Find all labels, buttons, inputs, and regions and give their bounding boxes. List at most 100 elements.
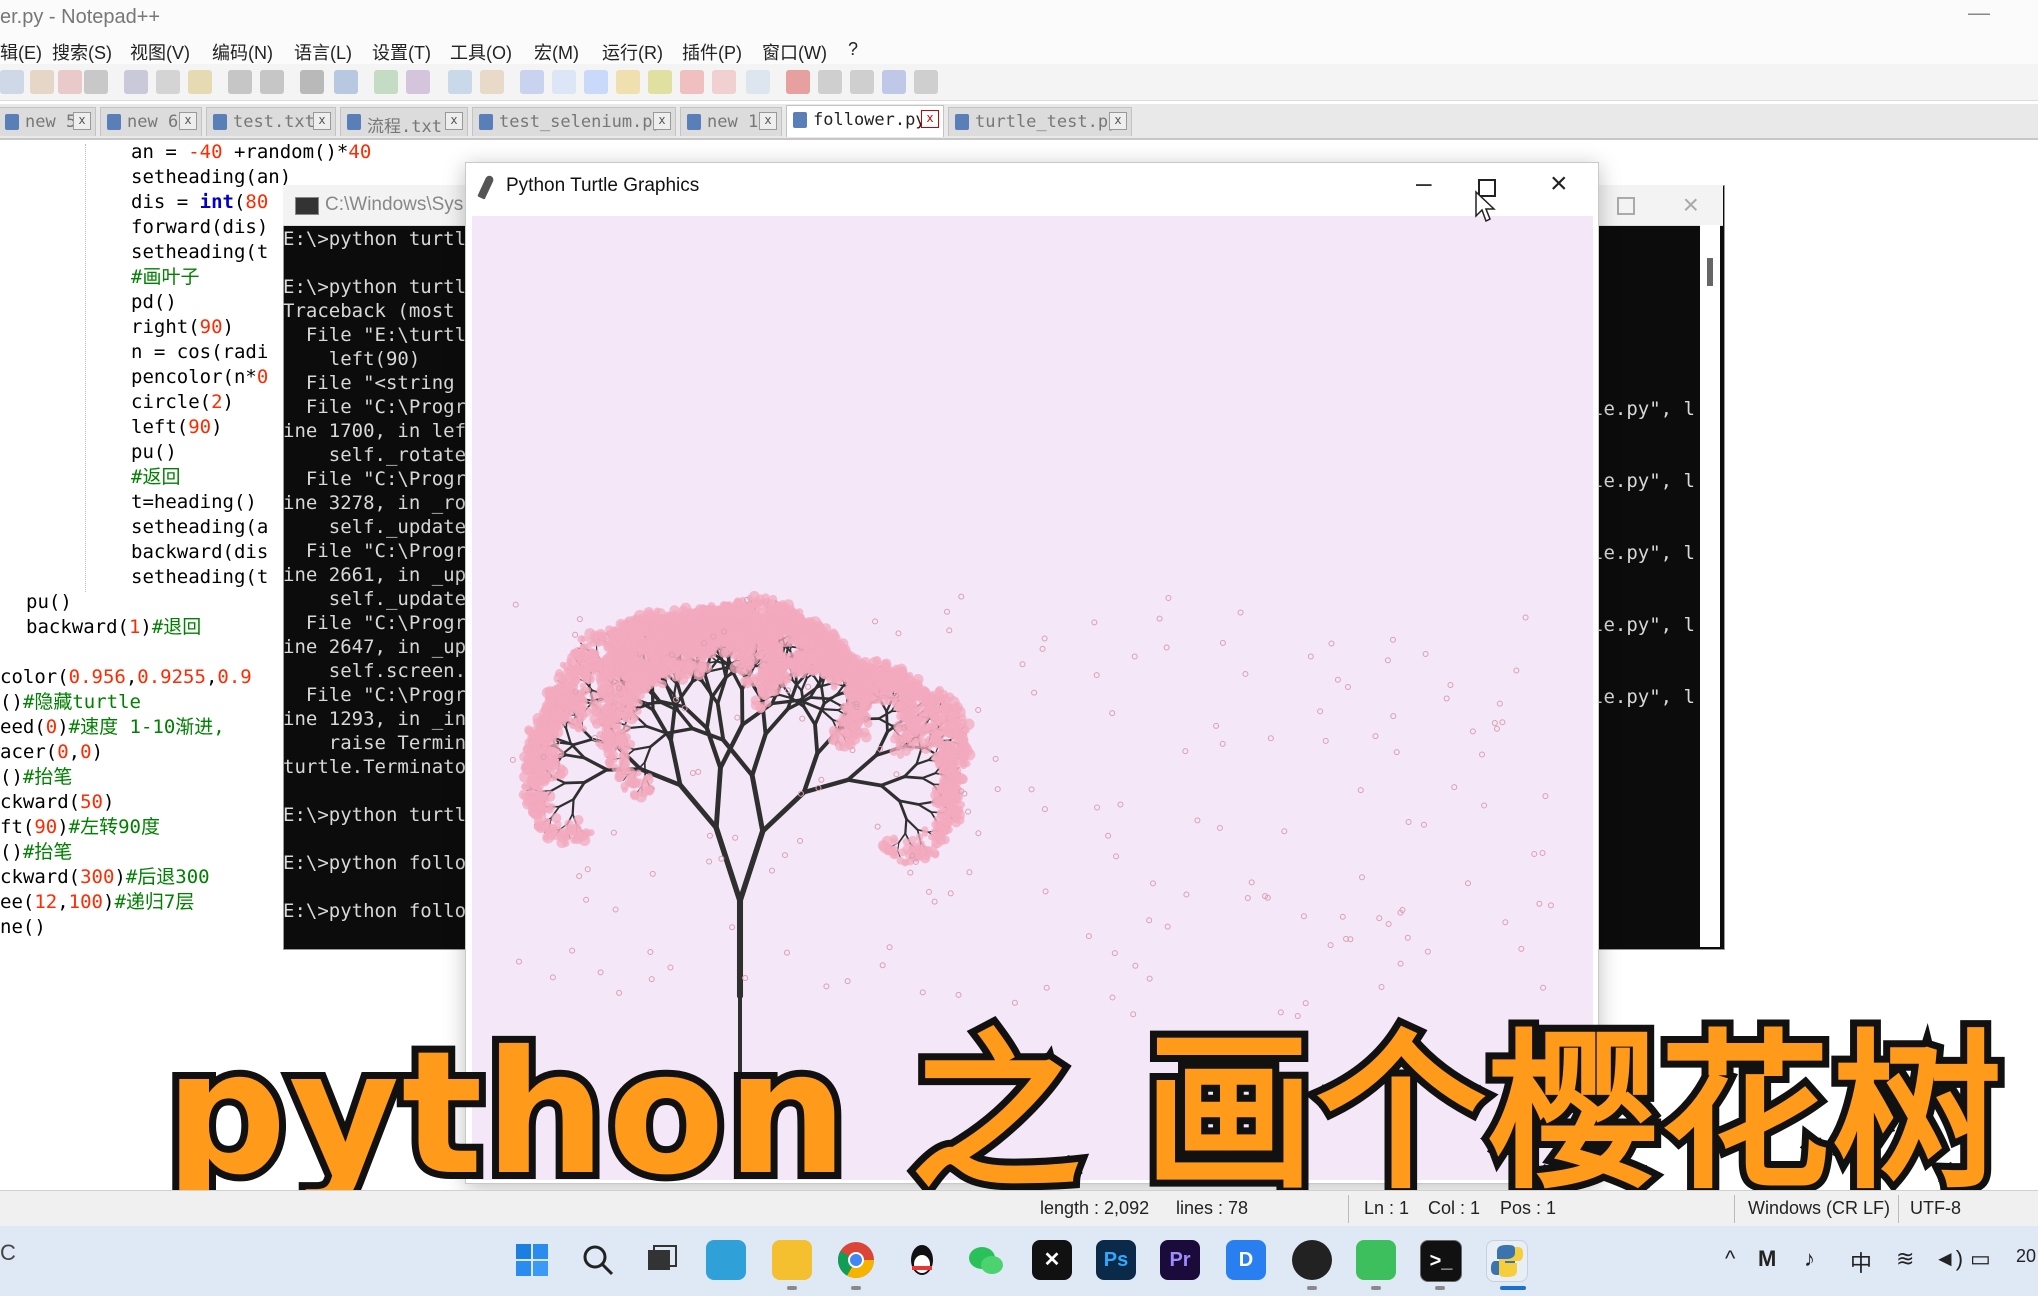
zoom-out-icon[interactable] bbox=[406, 70, 430, 94]
branch bbox=[904, 817, 908, 835]
branch bbox=[917, 803, 933, 814]
new-file-icon[interactable] bbox=[0, 70, 24, 94]
save-macro-icon[interactable] bbox=[914, 70, 938, 94]
close-icon[interactable]: × bbox=[1683, 189, 1699, 221]
stop-macro-icon[interactable] bbox=[818, 70, 842, 94]
print-icon[interactable] bbox=[84, 70, 108, 94]
blossom-dot bbox=[572, 833, 584, 845]
word-wrap-icon[interactable] bbox=[520, 70, 544, 94]
console-scroll-thumb[interactable] bbox=[1707, 258, 1713, 286]
menu-encoding[interactable]: 编码(N) bbox=[212, 39, 273, 65]
blossom-dot bbox=[567, 702, 579, 714]
close-tab-icon[interactable]: x bbox=[179, 112, 197, 130]
blossom-dot bbox=[589, 691, 598, 700]
run-macro-multiple-icon[interactable] bbox=[882, 70, 906, 94]
menu-tools[interactable]: 工具(O) bbox=[450, 39, 512, 65]
console-line: E:\>python follo bbox=[283, 852, 467, 874]
menu-language[interactable]: 语言(L) bbox=[294, 39, 352, 65]
toolbar bbox=[0, 64, 2038, 101]
menu-edit[interactable]: 辑(E) bbox=[0, 39, 42, 65]
branch bbox=[846, 753, 878, 782]
code-line: setheading(t bbox=[131, 566, 269, 588]
branch bbox=[749, 772, 766, 834]
blossom-dot bbox=[621, 672, 630, 682]
tab-test-selenium[interactable]: test_selenium.py x bbox=[472, 107, 676, 136]
blossom-dot bbox=[621, 786, 628, 793]
menu-view[interactable]: 视图(V) bbox=[130, 39, 190, 65]
tab-new-1[interactable]: new 1 x bbox=[680, 107, 782, 136]
menu-macro[interactable]: 宏(M) bbox=[534, 39, 579, 65]
minimize-icon[interactable]: – bbox=[1416, 167, 1432, 199]
close-icon[interactable]: × bbox=[1550, 167, 1568, 201]
blossom-dot bbox=[570, 717, 582, 729]
console-line: le.py", l bbox=[1592, 470, 1695, 492]
paste-icon[interactable] bbox=[188, 70, 212, 94]
monitoring-icon[interactable] bbox=[712, 70, 736, 94]
doc-map-icon[interactable] bbox=[616, 70, 640, 94]
code-line: setheading(an) bbox=[131, 166, 292, 188]
tab-follower-py[interactable]: follower.py x bbox=[786, 105, 944, 137]
tab-test-txt[interactable]: test.txt x bbox=[206, 107, 336, 136]
console-line: File "E:\turtl bbox=[283, 324, 467, 346]
branch bbox=[801, 751, 820, 795]
folder-workspace-icon[interactable] bbox=[680, 70, 704, 94]
blossom-dot bbox=[608, 750, 618, 760]
close-tab-icon[interactable]: x bbox=[653, 112, 671, 130]
close-tab-icon[interactable]: x bbox=[759, 112, 777, 130]
code-line: pencolor(n*0 bbox=[131, 366, 269, 388]
eye-icon[interactable] bbox=[746, 70, 770, 94]
notepad-titlebar: er.py - Notepad++ — bbox=[0, 0, 2038, 36]
replace-icon[interactable] bbox=[334, 70, 358, 94]
sync-horizontal-icon[interactable] bbox=[480, 70, 504, 94]
function-list-icon[interactable] bbox=[648, 70, 672, 94]
undo-icon[interactable] bbox=[228, 70, 252, 94]
menu-help[interactable]: ? bbox=[848, 39, 858, 60]
play-macro-icon[interactable] bbox=[850, 70, 874, 94]
code-line: ()#抬笔 bbox=[0, 841, 73, 863]
console-line: E:\>python follo bbox=[283, 900, 467, 922]
tab-new-5[interactable]: new 5 x bbox=[0, 107, 96, 136]
redo-icon[interactable] bbox=[260, 70, 284, 94]
tab-turtle-test[interactable]: turtle_test.py x bbox=[948, 107, 1132, 136]
minimize-icon[interactable]: — bbox=[1968, 0, 1990, 26]
find-icon[interactable] bbox=[300, 70, 324, 94]
file-icon bbox=[793, 112, 807, 128]
menu-window[interactable]: 窗口(W) bbox=[762, 39, 827, 65]
menu-plugins[interactable]: 插件(P) bbox=[682, 39, 742, 65]
record-macro-icon[interactable] bbox=[786, 70, 810, 94]
blossom-dot bbox=[545, 805, 554, 814]
blossom-dot bbox=[736, 620, 745, 628]
console-line: le.py", l bbox=[1592, 542, 1695, 564]
close-tab-icon[interactable]: x bbox=[445, 112, 463, 130]
close-tab-icon[interactable]: x bbox=[1109, 112, 1127, 130]
code-comment: #返回 bbox=[131, 466, 181, 488]
close-tab-icon[interactable]: x bbox=[73, 112, 91, 130]
menu-settings[interactable]: 设置(T) bbox=[372, 39, 431, 65]
console-line: E:\>python turtl bbox=[283, 276, 467, 298]
close-tab-icon[interactable]: x bbox=[313, 112, 331, 130]
console-line: le.py", l bbox=[1592, 686, 1695, 708]
cut-icon[interactable] bbox=[124, 70, 148, 94]
maximize-icon[interactable] bbox=[1617, 197, 1635, 215]
blossom-dot bbox=[556, 770, 566, 780]
sync-vertical-icon[interactable] bbox=[448, 70, 472, 94]
console-line: turtle.Terminato bbox=[283, 756, 467, 778]
copy-icon[interactable] bbox=[156, 70, 180, 94]
tab-liucheng-txt[interactable]: 流程.txt x bbox=[340, 107, 468, 137]
code-comment: #画叶子 bbox=[131, 266, 200, 288]
close-tab-icon[interactable]: x bbox=[921, 110, 939, 128]
show-all-chars-icon[interactable] bbox=[552, 70, 576, 94]
save-icon[interactable] bbox=[58, 70, 82, 94]
zoom-in-icon[interactable] bbox=[374, 70, 398, 94]
menu-run[interactable]: 运行(R) bbox=[602, 39, 663, 65]
blossom-dot bbox=[743, 615, 752, 623]
branch bbox=[582, 756, 609, 772]
branch bbox=[558, 741, 576, 746]
branch bbox=[921, 776, 935, 786]
console-scrollbar[interactable] bbox=[1700, 225, 1720, 947]
tab-new-6[interactable]: new 6 x bbox=[100, 107, 202, 136]
indent-guide-icon[interactable] bbox=[584, 70, 608, 94]
console-line: ine 1293, in _in bbox=[283, 708, 467, 730]
open-file-icon[interactable] bbox=[30, 70, 54, 94]
menu-search[interactable]: 搜索(S) bbox=[52, 39, 112, 65]
